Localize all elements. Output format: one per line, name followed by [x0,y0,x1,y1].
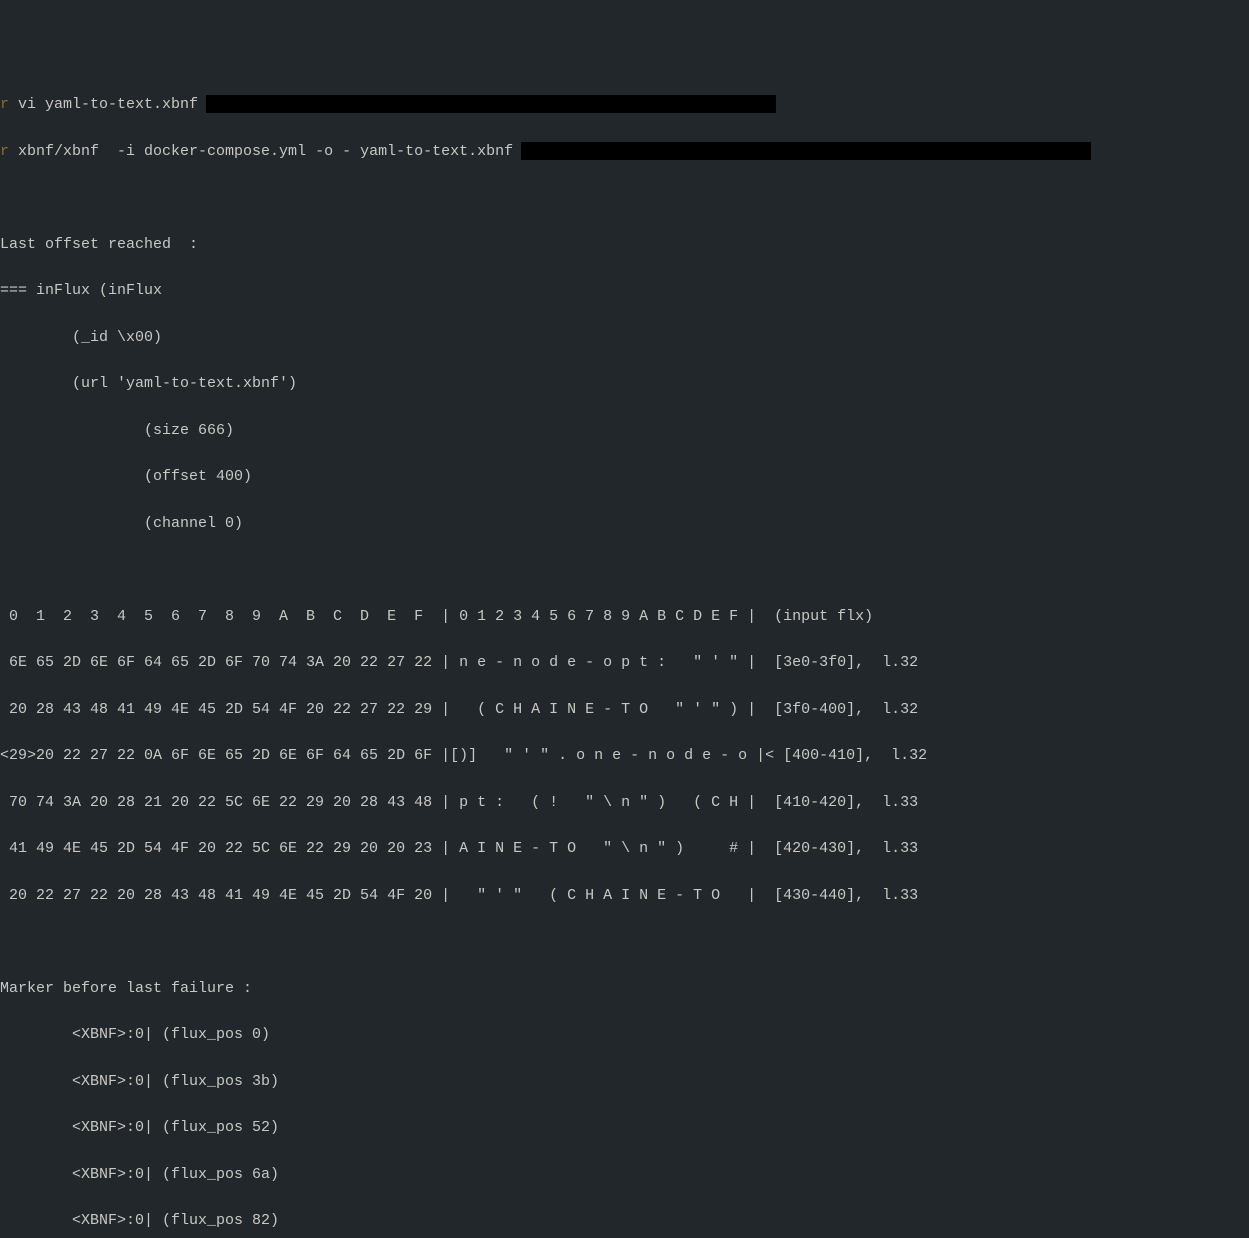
command-2-text: xbnf/xbnf -i docker-compose.yml -o - yam… [9,143,513,160]
hex-row: 6E 65 2D 6E 6F 64 65 2D 6F 70 74 3A 20 2… [0,651,1249,674]
marker-row: <XBNF>:0| (flux_pos 52) [0,1116,1249,1139]
hex-row: 20 22 27 22 20 28 43 48 41 49 4E 45 2D 5… [0,884,1249,907]
command-line-1: r vi yaml-to-text.xbnf [0,93,1249,116]
blank-line [0,930,1249,953]
prompt-char-1: r [0,96,9,113]
influx-channel: (channel 0) [0,512,1249,535]
command-line-2: r xbnf/xbnf -i docker-compose.yml -o - y… [0,140,1249,163]
hex-row: 70 74 3A 20 28 21 20 22 5C 6E 22 29 20 2… [0,791,1249,814]
influx-id: (_id \x00) [0,326,1249,349]
command-1-text: vi yaml-to-text.xbnf [9,96,198,113]
influx-start: === inFlux (inFlux [0,279,1249,302]
influx-url: (url 'yaml-to-text.xbnf') [0,372,1249,395]
hex-row: <29>20 22 27 22 0A 6F 6E 65 2D 6E 6F 64 … [0,744,1249,767]
influx-size: (size 666) [0,419,1249,442]
marker-header: Marker before last failure : [0,977,1249,1000]
hex-row: 41 49 4E 45 2D 54 4F 20 22 5C 6E 22 29 2… [0,837,1249,860]
hex-row: 20 28 43 48 41 49 4E 45 2D 54 4F 20 22 2… [0,698,1249,721]
marker-row: <XBNF>:0| (flux_pos 3b) [0,1070,1249,1093]
marker-row: <XBNF>:0| (flux_pos 82) [0,1209,1249,1232]
blank-line [0,186,1249,209]
blank-line [0,558,1249,581]
marker-row: <XBNF>:0| (flux_pos 6a) [0,1163,1249,1186]
redacted-block-2 [521,142,1091,160]
influx-offset: (offset 400) [0,465,1249,488]
marker-row: <XBNF>:0| (flux_pos 0) [0,1023,1249,1046]
hex-header: 0 1 2 3 4 5 6 7 8 9 A B C D E F | 0 1 2 … [0,605,1249,628]
prompt-char-2: r [0,143,9,160]
last-offset-header: Last offset reached : [0,233,1249,256]
redacted-block-1 [206,95,776,113]
